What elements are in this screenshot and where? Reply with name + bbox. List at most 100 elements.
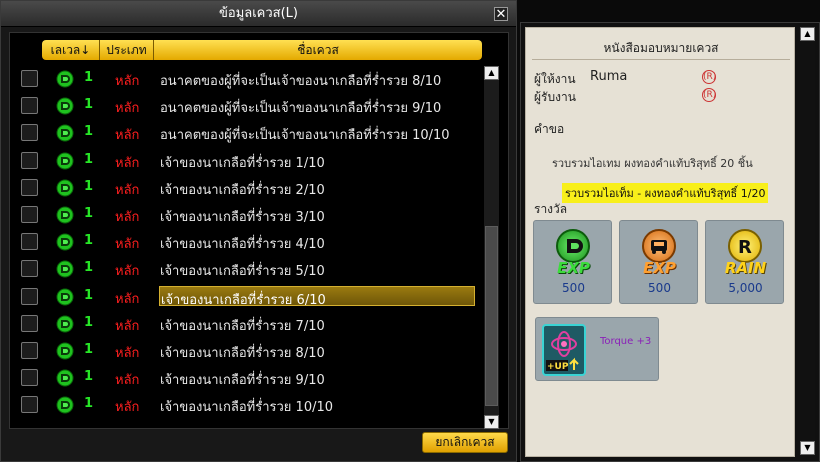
level-badge-icon — [56, 260, 74, 278]
close-icon[interactable]: ✕ — [494, 7, 508, 22]
reward-rain-card: R RAIN 5,000 — [705, 220, 784, 304]
quest-checkbox[interactable] — [21, 70, 38, 87]
scroll-down-icon[interactable]: ▼ — [800, 441, 815, 455]
quest-name: เจ้าของนาเกลือที่ร่ำรวย 9/10 — [160, 373, 325, 389]
quest-row[interactable]: 1 หลัก เจ้าของนาเกลือที่ร่ำรวย 8/10 — [10, 337, 484, 364]
quest-name: เจ้าของนาเกลือที่ร่ำรวย 10/10 — [160, 400, 334, 416]
quest-name: เจ้าของนาเกลือที่ร่ำรวย 7/10 — [160, 318, 325, 334]
quest-row[interactable]: 1 หลัก เจ้าของนาเกลือที่ร่ำรวย 4/10 — [10, 228, 484, 255]
quest-level: 1 — [84, 70, 94, 85]
giver-value: Ruma — [590, 69, 628, 84]
quest-name: เจ้าของนาเกลือที่ร่ำรวย 5/10 — [160, 264, 325, 280]
quest-type: หลัก — [115, 210, 140, 225]
quest-type: หลัก — [115, 318, 140, 334]
quest-row[interactable]: 1 หลัก อนาคตของผู้ที่จะเป็นเจ้าของนาเกลือท… — [10, 119, 484, 146]
scroll-up-icon[interactable]: ▲ — [800, 27, 815, 41]
quest-row[interactable]: 1 หลัก เจ้าของนาเกลือที่ร่ำรวย 5/10 — [10, 255, 484, 282]
quest-checkbox[interactable] — [21, 369, 38, 387]
quest-name: อนาคตของผู้ที่จะเป็นเจ้าของนาเกลือที่ร่ำ… — [160, 74, 442, 89]
torque-upgrade-icon: +UP — [542, 324, 586, 376]
reward-value: 500 — [562, 281, 585, 295]
quest-row[interactable]: 1 หลัก เจ้าของนาเกลือที่ร่ำรวย 7/10 — [10, 310, 484, 337]
quest-type: หลัก — [115, 128, 140, 144]
item-text: Torque +3 — [600, 336, 652, 347]
quest-level: 1 — [84, 124, 94, 140]
quest-checkbox[interactable] — [21, 287, 38, 305]
detail-title: หนังสือมอบหมายเควส — [603, 41, 719, 55]
reward-exp-card: EXP 500 — [533, 220, 612, 304]
quest-type: หลัก — [115, 182, 140, 198]
quest-row[interactable]: 1 หลัก เจ้าของนาเกลือที่ร่ำรวย 3/10 — [10, 201, 484, 228]
level-badge-icon — [56, 206, 74, 224]
quest-list-header: เลเวล↓ ประเภท ชื่อเควส — [42, 40, 482, 60]
quest-list-scrollbar[interactable]: ▲ ▼ — [484, 66, 499, 429]
quest-type: หลัก — [115, 400, 140, 416]
quest-row[interactable]: 1 หลัก เจ้าของนาเกลือที่ร่ำรวย 1/10 — [10, 147, 484, 174]
giver-mark: (R) — [702, 70, 717, 84]
requirement-text: รวบรวมไอเทม ผงทองคำแท้บริสุทธิ์ 20 ชิ้น — [552, 157, 753, 170]
quest-type: หลัก — [115, 291, 140, 307]
quest-assignment-paper: หนังสือมอบหมายเควส ผู้ให้งาน Ruma (R) ผู… — [525, 27, 795, 457]
quest-row[interactable]: 1 หลัก เจ้าของนาเกลือที่ร่ำรวย 9/10 — [10, 364, 484, 391]
column-header-level[interactable]: เลเวล↓ — [42, 40, 100, 60]
quest-level: 1 — [84, 314, 94, 330]
quest-name: เจ้าของนาเกลือที่ร่ำรวย 8/10 — [160, 346, 325, 361]
quest-row[interactable]: 1 หลัก เจ้าของนาเกลือที่ร่ำรวย 2/10 — [10, 174, 484, 201]
quest-type: หลัก — [115, 155, 140, 171]
quest-checkbox[interactable] — [21, 206, 38, 223]
kart-exp-icon — [642, 229, 676, 263]
quest-level: 1 — [84, 178, 94, 194]
quest-row[interactable]: 1 หลัก อนาคตของผู้ที่จะเป็นเจ้าของนาเกลือท… — [10, 65, 484, 92]
quest-checkbox[interactable] — [21, 178, 38, 196]
quest-info-window: ข้อมูลเควส(L) ✕ เลเวล↓ ประเภท ชื่อเควส 1… — [0, 0, 517, 462]
reward-kart-exp-card: EXP 500 — [619, 220, 698, 304]
quest-name: อนาคตของผู้ที่จะเป็นเจ้าของนาเกลือที่ร่ำ… — [160, 128, 450, 144]
quest-checkbox[interactable] — [21, 151, 38, 169]
quest-level: 1 — [84, 151, 94, 167]
level-badge-icon — [56, 396, 74, 414]
level-badge-icon — [56, 124, 74, 142]
quest-type: หลัก — [115, 237, 140, 253]
requirement-label: คำขอ — [534, 122, 565, 136]
quest-checkbox[interactable] — [21, 97, 38, 115]
receiver-mark: (R) — [702, 88, 717, 102]
quest-row[interactable]: 1 หลัก อนาคตของผู้ที่จะเป็นเจ้าของนาเกลือท… — [10, 92, 484, 119]
quest-level: 1 — [84, 233, 94, 249]
cancel-quest-button[interactable]: ยกเลิกเควส — [422, 432, 508, 453]
quest-checkbox[interactable] — [21, 396, 38, 414]
scroll-down-icon[interactable]: ▼ — [484, 415, 499, 429]
detail-scrollbar[interactable]: ▲ ▼ — [800, 27, 815, 455]
quest-checkbox[interactable] — [21, 342, 38, 359]
quest-level: 1 — [84, 206, 94, 221]
quest-row[interactable]: 1 หลัก เจ้าของนาเกลือที่ร่ำรวย 6/10 — [10, 283, 484, 310]
quest-checkbox[interactable] — [21, 260, 38, 278]
reward-word: EXP — [643, 259, 676, 277]
quest-name: เจ้าของนาเกลือที่ร่ำรวย 6/10 — [159, 285, 475, 308]
scroll-thumb[interactable] — [485, 226, 498, 406]
reward-label: รางวัล — [534, 202, 568, 216]
quest-checkbox[interactable] — [21, 233, 38, 251]
reward-value: 5,000 — [728, 281, 763, 295]
quest-list-panel: เลเวล↓ ประเภท ชื่อเควส 1 หลัก อนาคตของผู้ท… — [9, 32, 509, 429]
quest-type: หลัก — [115, 264, 140, 280]
quest-checkbox[interactable] — [21, 314, 38, 332]
level-badge-icon — [56, 70, 74, 88]
quest-row[interactable]: 1 หลัก เจ้าของนาเกลือที่ร่ำรวย 10/10 — [10, 391, 484, 418]
window-titlebar[interactable]: ข้อมูลเควส(L) — [1, 1, 516, 27]
level-badge-icon — [56, 342, 74, 360]
requirement-progress: รวบรวมไอเท็ม - ผงทองคำแท้บริสุทธิ์ 1/20 — [562, 183, 769, 203]
quest-level: 1 — [84, 287, 94, 303]
quest-name: เจ้าของนาเกลือที่ร่ำรวย 3/10 — [160, 210, 325, 225]
reward-value: 500 — [648, 281, 671, 295]
rain-coin-icon: R — [728, 229, 762, 263]
item-badge: +UP — [547, 362, 569, 372]
quest-type: หลัก — [115, 346, 140, 361]
column-header-name[interactable]: ชื่อเควส — [154, 40, 482, 60]
quest-type: หลัก — [115, 373, 140, 389]
scroll-up-icon[interactable]: ▲ — [484, 66, 499, 80]
quest-checkbox[interactable] — [21, 124, 38, 142]
window-title: ข้อมูลเควส(L) — [219, 6, 298, 21]
quest-level: 1 — [84, 342, 94, 357]
quest-level: 1 — [84, 369, 94, 385]
column-header-type[interactable]: ประเภท — [100, 40, 154, 60]
